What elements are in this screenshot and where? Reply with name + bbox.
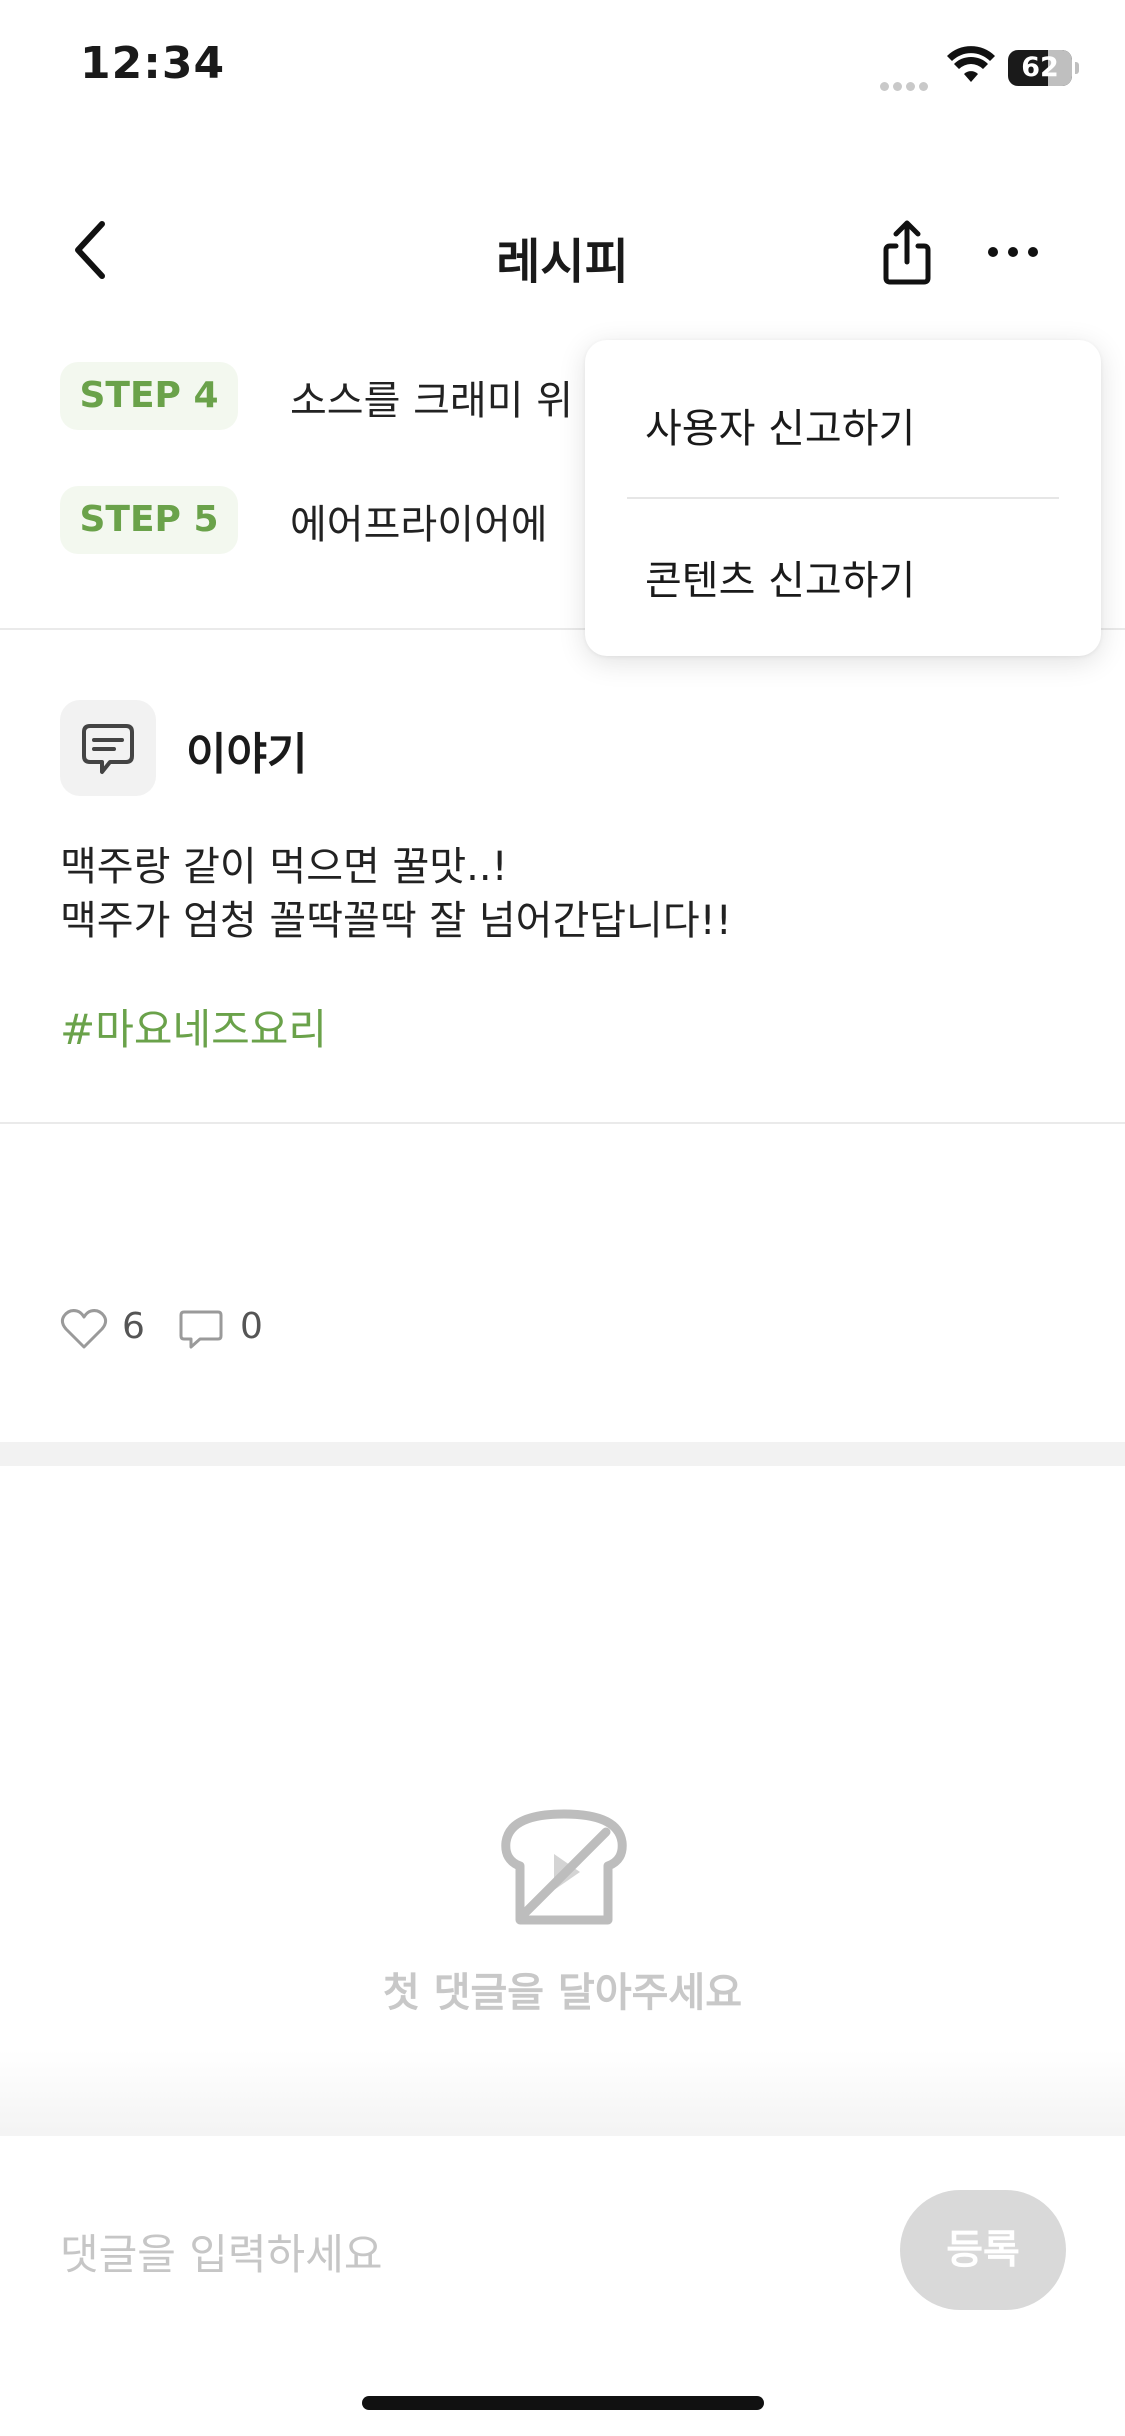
story-title: 이야기 — [186, 729, 308, 780]
step-text: 소스를 크래미 위 — [290, 378, 574, 424]
share-icon — [883, 220, 931, 285]
bottom-shadow — [0, 2050, 1125, 2140]
battery-icon: 62 — [1008, 50, 1079, 86]
step-badge: STEP 5 — [60, 486, 238, 554]
wifi-icon — [946, 46, 996, 86]
share-button[interactable] — [872, 214, 942, 294]
page-title: 레시피 — [496, 234, 629, 290]
report-user-menu-item[interactable]: 사용자 신고하기 — [645, 396, 915, 454]
signal-dots-icon — [880, 76, 932, 91]
divider — [0, 1122, 1125, 1124]
step-badge: STEP 4 — [60, 362, 238, 430]
empty-comments-text: 첫 댓글을 달아주세요 — [382, 1970, 743, 2016]
heart-icon[interactable] — [60, 1308, 108, 1350]
section-separator — [0, 1442, 1125, 1466]
comment-icon[interactable] — [178, 1308, 224, 1350]
bread-slash-icon — [500, 1808, 628, 1932]
battery-percent: 62 — [1021, 52, 1059, 83]
submit-comment-button[interactable]: 등록 — [900, 2190, 1066, 2310]
more-icon — [988, 247, 1038, 257]
home-indicator — [362, 2396, 764, 2410]
comment-count: 0 — [240, 1306, 263, 1347]
menu-divider — [627, 497, 1059, 499]
step-text: 에어프라이어에 — [290, 502, 548, 548]
more-options-menu: 사용자 신고하기 콘텐츠 신고하기 — [585, 340, 1101, 656]
story-line: 맥주가 엄청 꼴딱꼴딱 잘 넘어간답니다!! — [60, 898, 732, 944]
more-button[interactable] — [980, 222, 1050, 282]
status-time: 12:34 — [80, 38, 226, 89]
story-icon — [60, 700, 156, 796]
hashtag-link[interactable]: #마요네즈요리 — [60, 996, 327, 1057]
comment-input[interactable] — [60, 2216, 860, 2292]
report-content-menu-item[interactable]: 콘텐츠 신고하기 — [645, 548, 915, 606]
story-line: 맥주랑 같이 먹으면 꿀맛..! — [60, 844, 508, 890]
like-count: 6 — [122, 1306, 145, 1347]
